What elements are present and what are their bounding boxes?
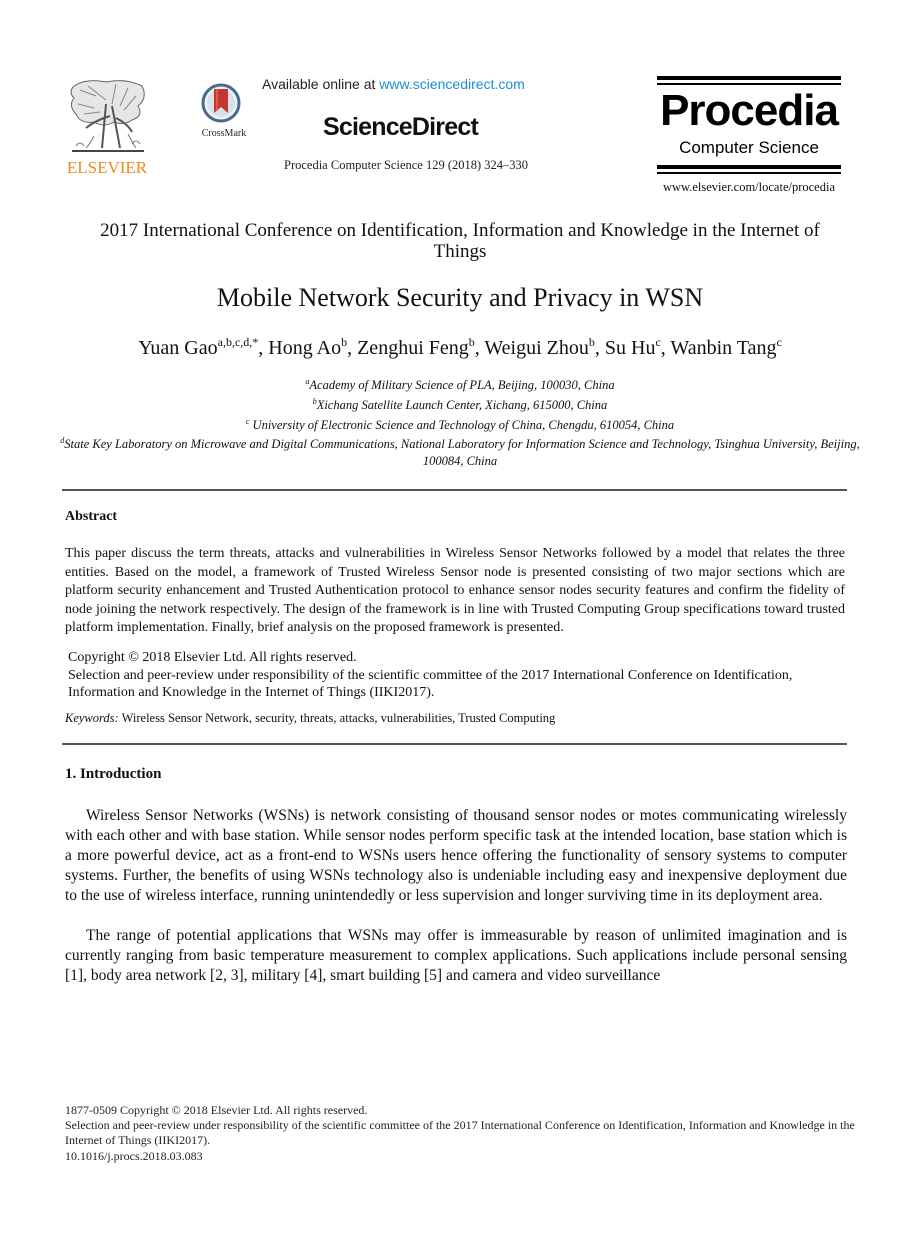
available-online-prefix: Available online at (262, 76, 380, 92)
crossmark-label: CrossMark (201, 128, 247, 139)
paper-title: Mobile Network Security and Privacy in W… (216, 283, 704, 312)
affiliations: aAcademy of Military Science of PLA, Bei… (60, 374, 860, 470)
crossmark-badge[interactable]: CrossMark (193, 83, 255, 143)
footer-doi[interactable]: 10.1016/j.procs.2018.03.083 (65, 1149, 855, 1164)
intro-paragraph: Wireless Sensor Networks (WSNs) is netwo… (65, 807, 847, 904)
affiliation: bXichang Satellite Launch Center, Xichan… (312, 396, 608, 412)
peer-review-note: Selection and peer-review under responsi… (68, 667, 793, 701)
sciencedirect-brand[interactable]: ScienceDirect (323, 113, 479, 142)
procedia-top-rule-thick (657, 76, 841, 80)
journal-reference: Procedia Computer Science 129 (2018) 324… (284, 158, 529, 172)
author: Su Huc (604, 335, 661, 359)
author: Weigui Zhoub (484, 335, 595, 359)
author: Zenghui Fengb (357, 335, 475, 359)
author: Hong Aob (268, 335, 348, 359)
elsevier-wordmark: ELSEVIER (66, 158, 148, 177)
procedia-subtitle: Computer Science (679, 138, 819, 157)
affiliation: aAcademy of Military Science of PLA, Bei… (305, 377, 615, 392)
footer-review-note: Selection and peer-review under responsi… (65, 1118, 855, 1148)
author-list: Yuan Gaoa,b,c,d,*, Hong Aob, Zenghui Fen… (138, 335, 782, 359)
section-heading-introduction: 1. Introduction (65, 766, 162, 782)
author: Yuan Gaoa,b,c,d,* (138, 335, 259, 359)
procedia-logo[interactable]: Procedia Computer Science (657, 76, 841, 174)
elsevier-logo[interactable]: ELSEVIER (62, 76, 152, 178)
intro-paragraph: The range of potential applications that… (65, 927, 847, 984)
elsevier-tree-icon (70, 80, 145, 152)
affiliation: dState Key Laboratory on Microwave and D… (60, 436, 860, 469)
page-footer: 1877-0509 Copyright © 2018 Elsevier Ltd.… (65, 1103, 855, 1164)
procedia-bottom-rule-thin (657, 172, 841, 174)
conference-title: 2017 International Conference on Identif… (100, 220, 820, 262)
footer-issn-copyright: 1877-0509 Copyright © 2018 Elsevier Ltd.… (65, 1103, 368, 1117)
keywords-label: Keywords: (65, 711, 119, 725)
available-online-line: Available online at www.sciencedirect.co… (262, 76, 525, 92)
abstract-bottom-divider (62, 743, 847, 745)
sciencedirect-link[interactable]: www.sciencedirect.com (379, 76, 525, 92)
procedia-bottom-rule-thick (657, 165, 841, 169)
author: Wanbin Tangc (670, 335, 782, 359)
abstract-text: This paper discuss the term threats, att… (65, 546, 845, 636)
keywords: Keywords: Wireless Sensor Network, secur… (65, 711, 845, 726)
crossmark-icon (201, 83, 241, 123)
procedia-title: Procedia (660, 86, 839, 135)
keywords-list: Wireless Sensor Network, security, threa… (118, 711, 556, 725)
procedia-top-rule-thin (657, 83, 841, 85)
abstract-heading: Abstract (65, 509, 118, 524)
journal-url[interactable]: www.elsevier.com/locate/procedia (657, 180, 841, 195)
abstract-copyright: Copyright © 2018 Elsevier Ltd. All right… (68, 649, 848, 702)
copyright-line: Copyright © 2018 Elsevier Ltd. All right… (68, 650, 357, 665)
affiliation: c University of Electronic Science and T… (245, 416, 675, 432)
abstract-top-divider (62, 489, 847, 491)
